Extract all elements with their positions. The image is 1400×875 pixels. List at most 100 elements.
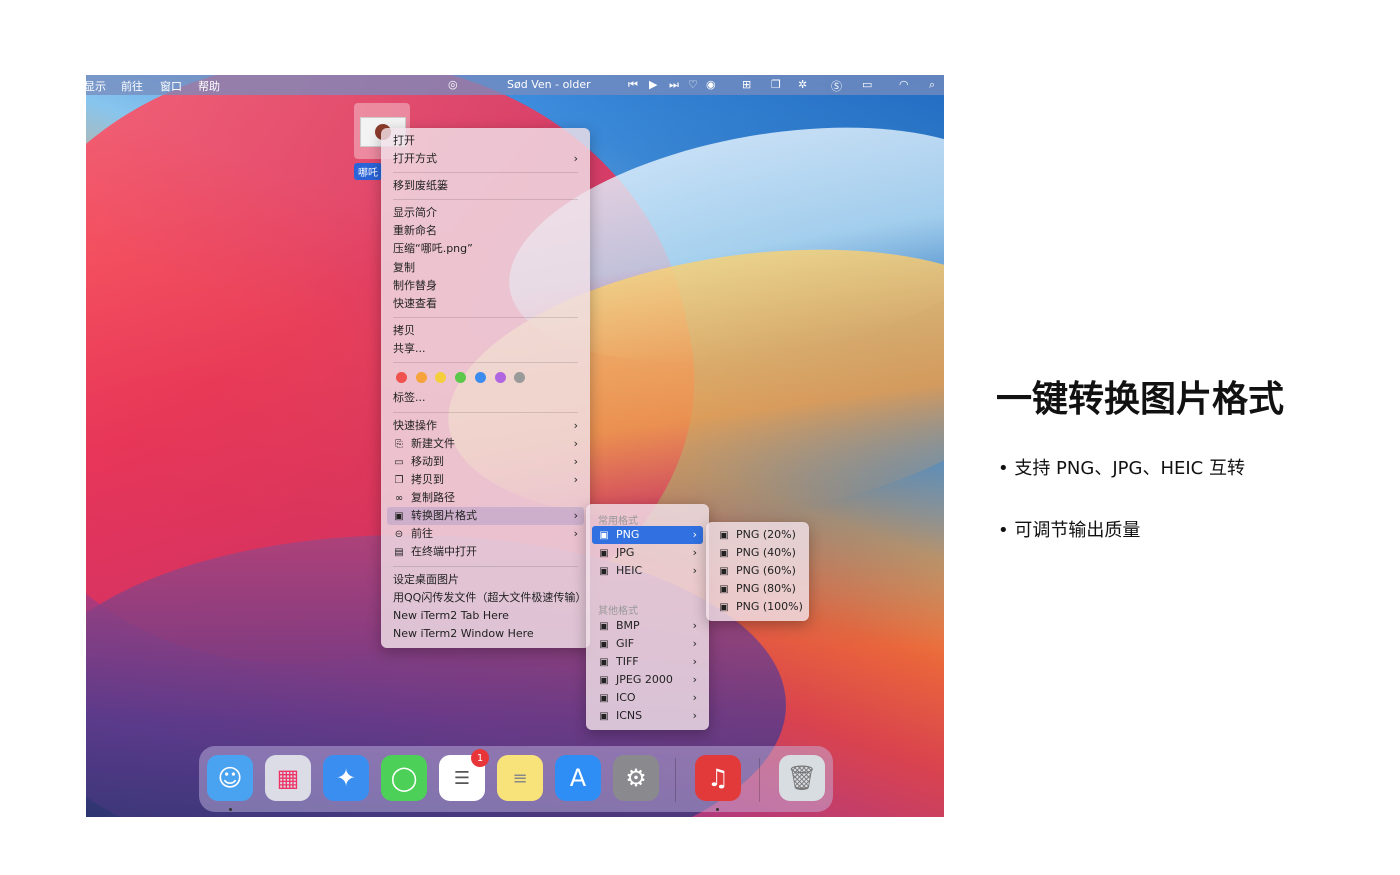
menu-item-rename[interactable]: 重新命名 — [387, 222, 584, 240]
menu-item-label: 制作替身 — [393, 279, 437, 292]
wifi-icon[interactable]: ◠ — [899, 78, 909, 91]
quality-item-80[interactable]: ▣ PNG (80%) — [712, 580, 803, 598]
chevron-right-icon: › — [573, 509, 578, 522]
menu-item-label: 拷贝 — [393, 324, 415, 337]
menu-go[interactable]: 前往 — [121, 78, 143, 94]
tag-color-dot[interactable] — [474, 372, 486, 383]
menu-item-compress[interactable]: 压缩“哪吒.png” — [387, 240, 584, 258]
menu-item-go[interactable]: ⊝ 前往 › — [387, 525, 584, 543]
tag-color-dot[interactable] — [455, 372, 467, 383]
quality-item-20[interactable]: ▣ PNG (20%) — [712, 526, 803, 544]
menu-item-convert-image[interactable]: ▣ 转换图片格式 › — [387, 507, 584, 525]
format-item-jpg[interactable]: ▣ JPG › — [592, 544, 703, 562]
format-item-jpeg2000[interactable]: ▣ JPEG 2000 › — [592, 671, 703, 689]
format-item-heic[interactable]: ▣ HEIC › — [592, 562, 703, 580]
menu-item-copy-path[interactable]: ∞ 复制路径 — [387, 489, 584, 507]
menu-item-get-info[interactable]: 显示简介 — [387, 204, 584, 222]
menu-item-label: 显示简介 — [393, 206, 437, 219]
menu-item-label: 快速查看 — [393, 297, 437, 310]
tag-color-dot[interactable] — [415, 372, 427, 383]
menu-item-open-in-terminal[interactable]: ▤ 在终端中打开 — [387, 543, 584, 561]
menu-item-label: ICNS — [616, 709, 643, 722]
menu-item-move-to-trash[interactable]: 移到废纸篓 — [387, 177, 584, 195]
dock-trash[interactable]: 🗑 — [779, 755, 825, 801]
previous-track-icon[interactable]: ⏮ — [628, 78, 638, 92]
file-name-label[interactable]: 哪吒 — [354, 163, 382, 180]
menu-item-set-desktop-picture[interactable]: 设定桌面图片 — [387, 571, 584, 589]
menu-item-duplicate[interactable]: 复制 — [387, 259, 584, 277]
format-item-bmp[interactable]: ▣ BMP › — [592, 617, 703, 635]
quality-item-40[interactable]: ▣ PNG (40%) — [712, 544, 803, 562]
quality-item-100[interactable]: ▣ PNG (100%) — [712, 598, 803, 616]
menu-item-iterm-window[interactable]: New iTerm2 Window Here — [387, 625, 584, 643]
menu-item-iterm-tab[interactable]: New iTerm2 Tab Here — [387, 607, 584, 625]
format-item-gif[interactable]: ▣ GIF › — [592, 635, 703, 653]
chevron-right-icon: › — [692, 619, 697, 632]
menu-item-open-with[interactable]: 打开方式 › — [387, 150, 584, 168]
chevron-right-icon: › — [692, 673, 697, 686]
format-item-png[interactable]: ▣ PNG › — [592, 526, 703, 544]
quality-item-60[interactable]: ▣ PNG (60%) — [712, 562, 803, 580]
music-app-icon[interactable]: ◉ — [706, 78, 716, 91]
image-icon: ▣ — [599, 566, 609, 577]
menu-item-label: 重新命名 — [393, 224, 437, 237]
tag-color-dot[interactable] — [514, 372, 526, 383]
dock-finder[interactable]: ☺ — [207, 755, 253, 801]
menu-item-label: 移到废纸篓 — [393, 179, 448, 192]
menu-item-copy-to[interactable]: ❐ 拷贝到 › — [387, 471, 584, 489]
battery-icon[interactable]: ▭ — [862, 78, 872, 91]
compass-icon: ✦ — [335, 764, 357, 792]
image-icon: ▣ — [719, 584, 729, 595]
heart-icon[interactable]: ♡ — [688, 78, 698, 91]
dock-launchpad[interactable]: ▦ — [265, 755, 311, 801]
menu-item-new-file[interactable]: ⎘ 新建文件 › — [387, 435, 584, 453]
airdrop-icon[interactable]: ◎ — [448, 78, 458, 91]
dock-reminders[interactable]: ☰ 1 — [439, 749, 489, 801]
clipboard-icon[interactable]: ❐ — [771, 78, 781, 91]
finder-icon: ☺ — [217, 764, 243, 792]
tag-color-dot[interactable] — [435, 372, 447, 383]
chevron-right-icon: › — [692, 528, 697, 541]
input-method-icon[interactable]: ⊞ — [742, 78, 751, 91]
menu-item-quick-look[interactable]: 快速查看 — [387, 295, 584, 313]
menu-item-quick-actions[interactable]: 快速操作 › — [387, 417, 584, 435]
promo-headline: 一键转换图片格式 — [996, 379, 1285, 420]
format-item-ico[interactable]: ▣ ICO › — [592, 689, 703, 707]
dock-notes[interactable]: ≡ — [497, 755, 543, 801]
menu-item-open[interactable]: 打开 — [387, 132, 584, 150]
app-s-icon[interactable]: Ⓢ — [831, 78, 842, 94]
chevron-right-icon: › — [692, 546, 697, 559]
dock-separator — [675, 758, 676, 802]
chevron-right-icon: › — [692, 691, 697, 704]
menu-item-make-alias[interactable]: 制作替身 — [387, 277, 584, 295]
next-track-icon[interactable]: ⏭ — [669, 78, 679, 92]
menu-item-qq-send[interactable]: 用QQ闪传发文件（超大文件极速传输） — [387, 589, 586, 607]
image-icon: ▣ — [394, 511, 404, 522]
menu-item-copy[interactable]: 拷贝 — [387, 322, 584, 340]
dock-separator — [759, 758, 760, 802]
menu-view[interactable]: 显示 — [86, 78, 106, 94]
tag-color-dot[interactable] — [494, 372, 506, 383]
now-playing-title[interactable]: Sød Ven - older — [507, 78, 591, 91]
vpn-icon[interactable]: ✲ — [798, 78, 807, 91]
format-item-tiff[interactable]: ▣ TIFF › — [592, 653, 703, 671]
dock-app-store[interactable]: A — [555, 755, 601, 801]
play-icon[interactable]: ▶ — [649, 78, 657, 91]
spotlight-search-icon[interactable]: ⌕ — [929, 78, 935, 92]
dock-messages[interactable]: ◯ — [381, 755, 427, 801]
menu-item-label: PNG (40%) — [736, 546, 796, 559]
menu-item-move-to[interactable]: ▭ 移动到 › — [387, 453, 584, 471]
image-icon: ▣ — [719, 530, 729, 541]
dock-netease-music[interactable]: ♫ — [695, 755, 741, 801]
dock-safari[interactable]: ✦ — [323, 755, 369, 801]
dock-system-preferences[interactable]: ⚙ — [613, 755, 659, 801]
menu-item-share[interactable]: 共享... — [387, 340, 584, 358]
menu-separator — [393, 317, 578, 318]
chevron-right-icon: › — [573, 419, 578, 432]
menu-window[interactable]: 窗口 — [160, 78, 182, 94]
menu-item-tags[interactable]: 标签... — [387, 389, 584, 407]
format-item-icns[interactable]: ▣ ICNS › — [592, 707, 703, 725]
menu-help[interactable]: 帮助 — [198, 78, 220, 94]
menu-item-label: 复制 — [393, 261, 415, 274]
tag-color-dot[interactable] — [396, 372, 407, 383]
